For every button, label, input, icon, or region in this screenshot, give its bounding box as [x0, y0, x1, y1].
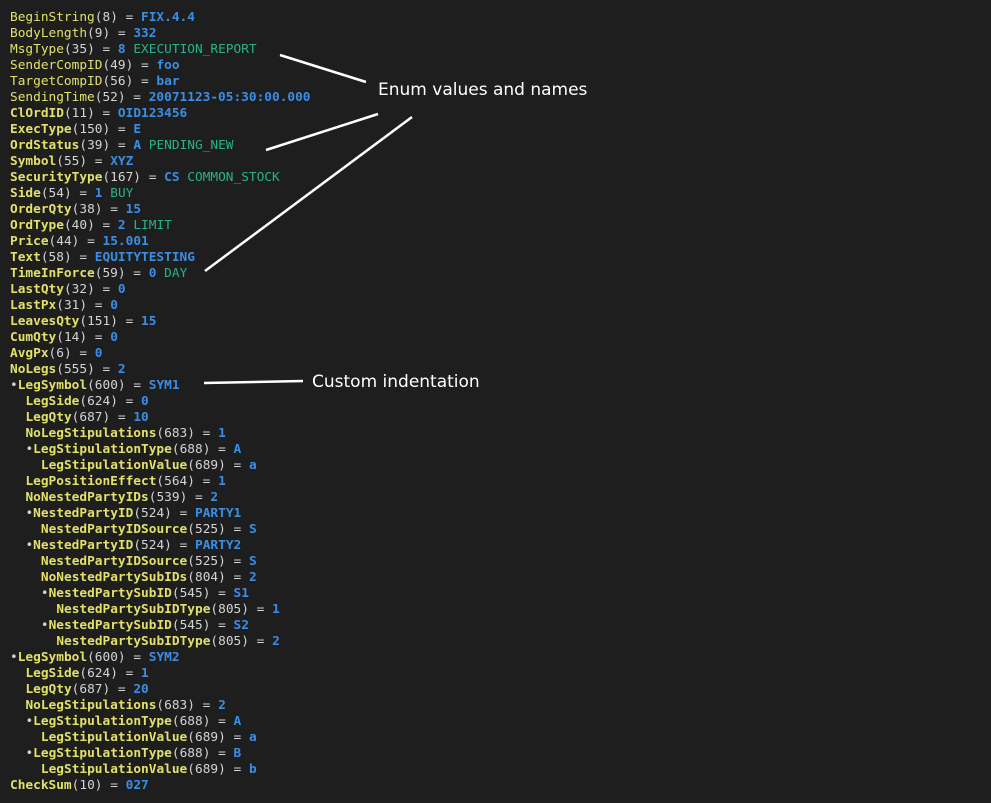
callout-line-msgtype [279, 53, 367, 84]
callout-line-ordstatus [265, 112, 379, 152]
callout-lines [203, 53, 413, 385]
callout-line-legsymbol [203, 379, 304, 385]
callout-line-timeinforce [204, 115, 413, 273]
indentation-annotation: Custom indentation [312, 372, 480, 392]
enum-annotation: Enum values and names [378, 80, 588, 100]
